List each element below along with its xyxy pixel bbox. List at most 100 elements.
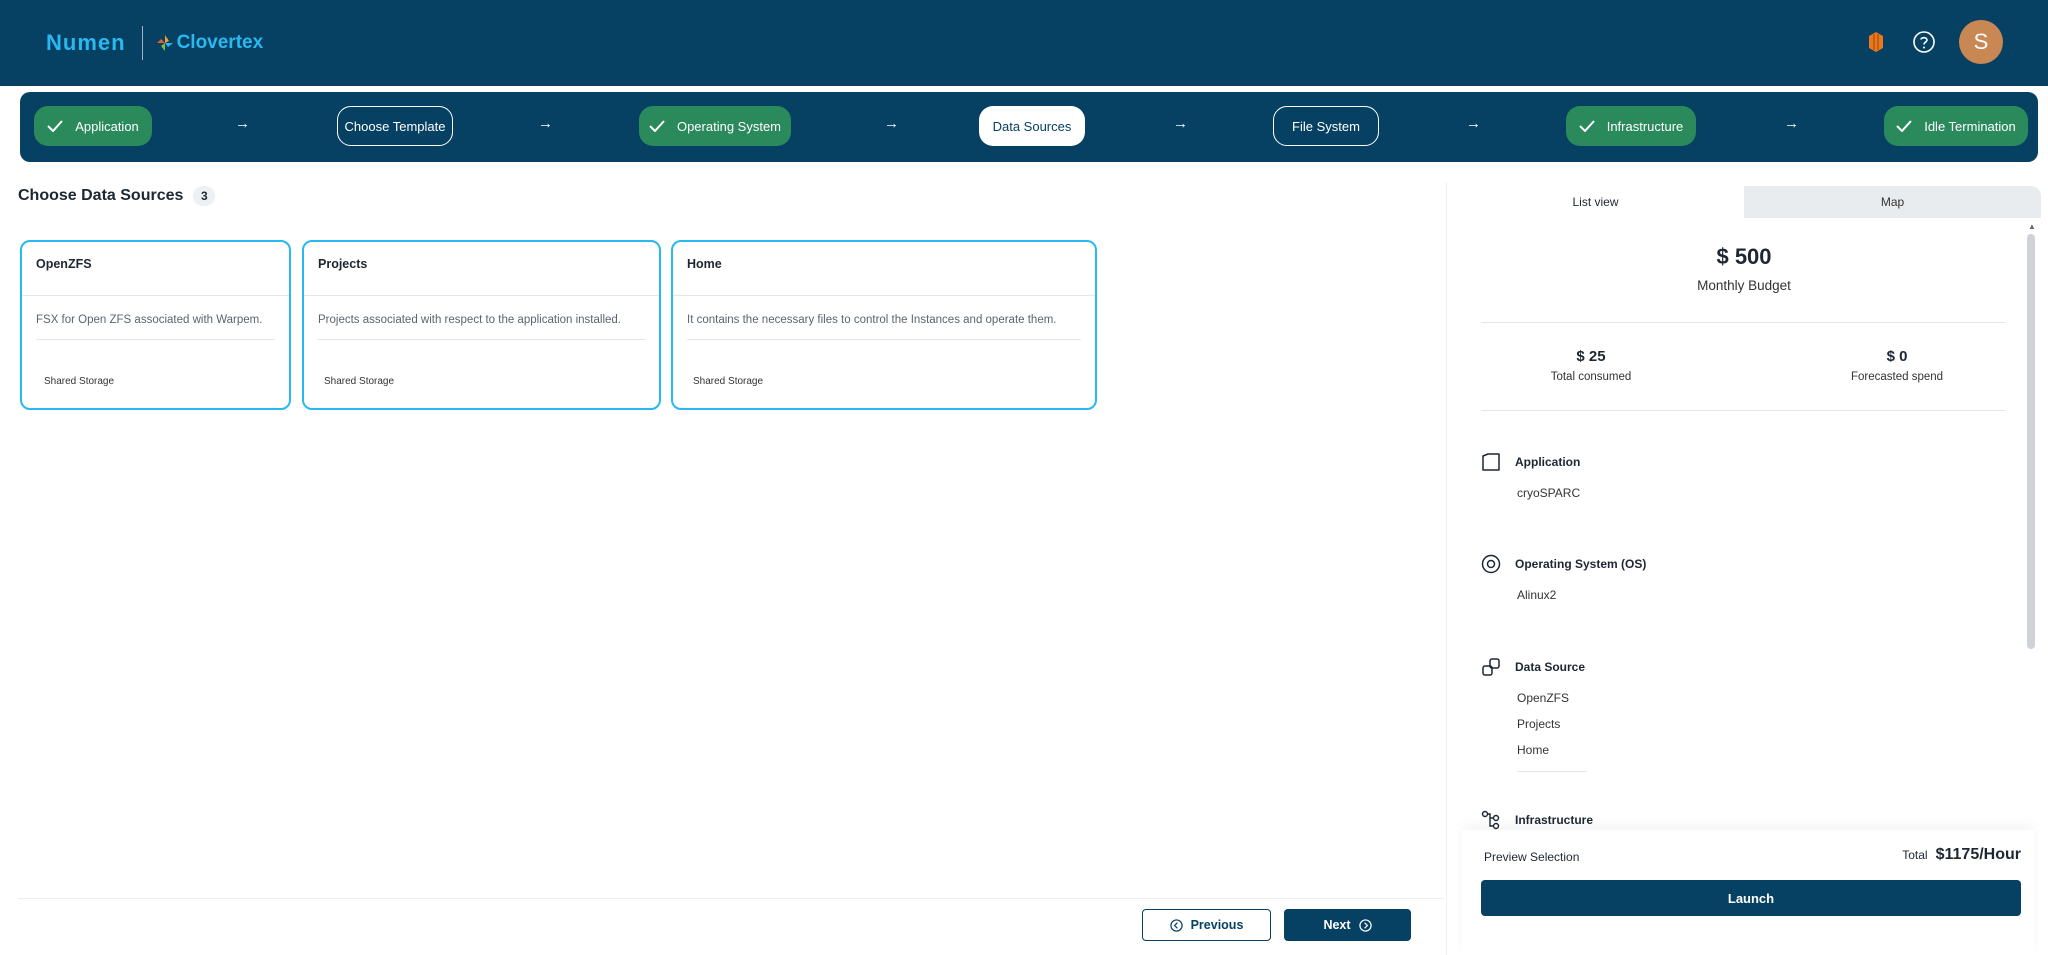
card-title: Home [687,257,722,271]
footer-divider [18,898,1444,899]
brand-divider [141,26,143,60]
step-label: File System [1292,118,1360,134]
wizard-stepper: Application → Choose Template → Operatin… [20,92,2038,162]
step-arrow: → [1466,115,1481,132]
help-icon[interactable] [1911,29,1937,55]
hierarchy-icon [1481,810,1501,830]
step-label: Choose Template [344,118,446,134]
layers-icon[interactable] [1863,29,1889,55]
summary-infrastructure: Infrastructure [1481,810,1593,830]
divider [22,295,289,296]
page-title: Choose Data Sources 3 [18,186,216,206]
divider [1481,322,2005,323]
count-badge: 3 [193,186,216,206]
total-consumed: $ 25 Total consumed [1491,348,1691,383]
summary-infrastructure-title: Infrastructure [1515,813,1594,827]
step-label: Application [75,118,139,134]
total-value: $1175/Hour [1935,846,2021,863]
divider [673,295,1095,296]
step-file-system[interactable]: File System [1273,106,1379,146]
card-description: It contains the necessary files to contr… [687,314,1057,326]
card-title: OpenZFS [36,257,92,271]
launch-button[interactable]: Launch [1481,880,2021,916]
view-tabs: List view Map [1447,186,2041,218]
page-title-text: Choose Data Sources [18,187,184,204]
summary-os-value: Alinux2 [1517,588,1557,602]
summary-data-source-item: OpenZFS [1517,691,1570,705]
total-label: Total [1902,848,1928,862]
linked-shapes-icon [1481,657,1501,677]
arrow-left-circle-icon [1169,918,1183,932]
step-data-sources[interactable]: Data Sources [979,106,1085,146]
step-label: Idle Termination [1924,118,2016,134]
summary-data-source: Data Source OpenZFS Projects Home [1481,657,1587,772]
summary-os-title: Operating System (OS) [1515,557,1647,571]
summary-application: Application cryoSPARC [1481,452,1580,500]
card-tag: Shared Storage [44,376,115,387]
step-operating-system[interactable]: Operating System [639,106,791,146]
step-arrow: → [1784,115,1799,132]
step-label: Data Sources [992,118,1072,134]
forecasted-spend-label: Forecasted spend [1850,371,1944,383]
preview-selection-label: Preview Selection [1484,850,1580,864]
data-source-card-openzfs[interactable]: OpenZFS FSX for Open ZFS associated with… [20,240,291,410]
divider [1481,410,2005,411]
monthly-budget-label: Monthly Budget [1697,278,1791,293]
monthly-budget-amount: $ 500 [1716,244,1772,269]
disc-icon [1481,554,1501,574]
summary-data-source-item: Home [1517,743,1550,757]
card-tag: Shared Storage [324,376,395,387]
folder-icon [1481,452,1501,472]
summary-os: Operating System (OS) Alinux2 [1481,554,1646,602]
check-icon [649,120,665,132]
divider [1517,771,1587,772]
clovertex-logo-text: Clovertex [176,32,264,53]
numen-logo-text: Numen [46,30,126,55]
summary-application-title: Application [1515,455,1581,469]
tab-map[interactable]: Map [1744,186,2041,218]
check-icon [1896,120,1912,132]
divider [687,339,1081,340]
step-arrow: → [235,115,250,132]
step-arrow: → [1173,115,1188,132]
step-choose-template[interactable]: Choose Template [337,106,453,146]
divider [304,295,659,296]
clovertex-logo-icon [156,35,173,51]
card-description: FSX for Open ZFS associated with Warpem. [36,314,263,326]
forecasted-spend: $ 0 Forecasted spend [1797,348,1997,383]
divider [318,339,645,340]
divider [36,339,275,340]
summary-data-source-title: Data Source [1515,660,1586,674]
data-source-card-projects[interactable]: Projects Projects associated with respec… [302,240,661,410]
total-consumed-label: Total consumed [1550,371,1632,383]
avatar[interactable]: S [1959,20,2003,64]
arrow-right-circle-icon [1358,918,1372,932]
step-application[interactable]: Application [34,106,152,146]
step-idle-termination[interactable]: Idle Termination [1884,106,2028,146]
step-arrow: → [884,115,899,132]
check-icon [1578,120,1595,132]
step-infrastructure[interactable]: Infrastructure [1566,106,1696,146]
next-button[interactable]: Next [1284,909,1411,941]
step-label: Operating System [676,118,782,134]
check-icon [47,120,63,132]
brand[interactable]: Numen Clovertex [46,26,263,60]
forecasted-spend-value: $ 0 [1886,348,1908,365]
top-header: Numen Clovertex S [0,0,2048,86]
summary-data-source-item: Projects [1517,717,1561,731]
step-label: Infrastructure [1606,118,1684,134]
total-consumed-value: $ 25 [1576,348,1606,365]
preview-selection-bar: Preview Selection Total $1175/Hour Launc… [1462,830,2034,955]
card-tag: Shared Storage [693,376,764,387]
total-cost: Total $1175/Hour [1902,846,2021,864]
step-arrow: → [538,115,553,132]
previous-button[interactable]: Previous [1142,909,1271,941]
next-label: Next [1323,918,1351,932]
tab-list-view[interactable]: List view [1447,186,1744,218]
card-title: Projects [318,257,368,271]
scrollbar[interactable] [2027,234,2035,649]
card-description: Projects associated with respect to the … [318,314,621,326]
previous-label: Previous [1190,918,1244,932]
data-source-card-home[interactable]: Home It contains the necessary files to … [671,240,1097,410]
scroll-up-icon[interactable]: ▲ [2028,222,2036,231]
